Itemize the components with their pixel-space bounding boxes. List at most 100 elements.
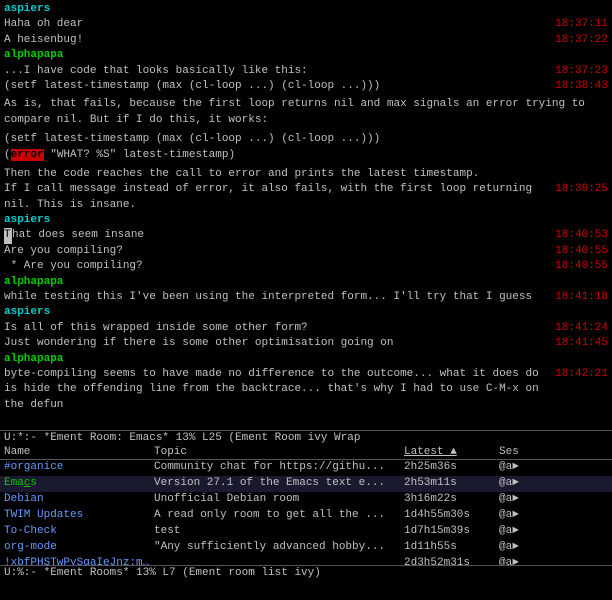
table-header: Name Topic Latest ▲ Ses: [0, 445, 612, 460]
author-alphapapa: alphapapa: [4, 353, 63, 365]
room-name[interactable]: TWIM Updates: [4, 508, 154, 524]
message-line: while testing this I've been using the i…: [4, 290, 608, 305]
table-row[interactable]: TWIM Updates A read only room to get all…: [0, 508, 612, 524]
message-time: 18:41:18: [555, 290, 608, 305]
error-keyword: error: [11, 149, 44, 161]
room-latest: 2h25m36s: [404, 460, 499, 476]
author-line: alphapapa: [4, 275, 608, 290]
message-text: As is, that fails, because the first loo…: [4, 98, 592, 125]
room-topic: Community chat for https://githu...: [154, 460, 404, 476]
status-text-bottom: U:%:- *Ement Rooms* 13% L7 (Ement room l…: [4, 567, 321, 579]
author-alphapapa: alphapapa: [4, 276, 63, 288]
room-topic: A read only room to get all the ...: [154, 508, 404, 524]
message-line: If I call message instead of error, it a…: [4, 182, 608, 213]
code-text: (setf latest-timestamp (max (cl-loop ...…: [4, 133, 380, 145]
message-line: A heisenbug! 18:37:22: [4, 33, 608, 48]
room-latest: 2h53m11s: [404, 476, 499, 492]
message-text: Is all of this wrapped inside some other…: [4, 321, 547, 336]
room-ses: @a►: [499, 508, 559, 524]
room-topic: [154, 556, 404, 565]
message-line: As is, that fails, because the first loo…: [4, 97, 608, 128]
message-time: 18:37:22: [555, 33, 608, 48]
message-time: 18:37:11: [555, 17, 608, 32]
table-area[interactable]: Name Topic Latest ▲ Ses #organice Commun…: [0, 445, 612, 565]
message-time: 18:40:55: [555, 244, 608, 259]
message-line: That does seem insane 18:40:53: [4, 228, 608, 243]
message-time: 18:39:25: [555, 182, 608, 197]
room-topic: Unofficial Debian room: [154, 492, 404, 508]
message-text: Then the code reaches the call to error …: [4, 168, 479, 180]
table-row[interactable]: To-Check test 1d7h15m39s @a►: [0, 524, 612, 540]
message-line: ...I have code that looks basically like…: [4, 64, 608, 79]
message-line: Is all of this wrapped inside some other…: [4, 321, 608, 336]
author-line: alphapapa: [4, 352, 608, 367]
message-time: 18:42:21: [555, 367, 608, 382]
table-row[interactable]: Debian Unofficial Debian room 3h16m22s @…: [0, 492, 612, 508]
room-name[interactable]: org-mode: [4, 540, 154, 556]
author-aspiers: aspiers: [4, 3, 50, 15]
status-bar-bottom: U:%:- *Ement Rooms* 13% L7 (Ement room l…: [0, 565, 612, 580]
room-topic: test: [154, 524, 404, 540]
message-line: Just wondering if there is some other op…: [4, 336, 608, 351]
room-topic: Version 27.1 of the Emacs text e...: [154, 476, 404, 492]
author-line: aspiers: [4, 305, 608, 320]
message-line: byte-compiling seems to have made no dif…: [4, 367, 608, 413]
message-text: A heisenbug!: [4, 33, 547, 48]
message-time: 18:41:45: [555, 336, 608, 351]
room-ses: @a►: [499, 540, 559, 556]
room-ses: @a►: [499, 476, 559, 492]
room-name[interactable]: Debian: [4, 492, 154, 508]
room-ses: @a►: [499, 460, 559, 476]
table-row[interactable]: org-mode "Any sufficiently advanced hobb…: [0, 540, 612, 556]
col-name: Name: [4, 446, 154, 458]
room-latest: 3h16m22s: [404, 492, 499, 508]
message-time: 18:40:55: [555, 259, 608, 274]
message-text: Haha oh dear: [4, 17, 547, 32]
room-ses: @a►: [499, 492, 559, 508]
message-text: byte-compiling seems to have made no dif…: [4, 367, 547, 413]
message-line: Then the code reaches the call to error …: [4, 167, 608, 182]
message-time: 18:41:24: [555, 321, 608, 336]
author-alphapapa: alphapapa: [4, 49, 63, 61]
author-line: alphapapa: [4, 48, 608, 63]
message-text: Just wondering if there is some other op…: [4, 336, 547, 351]
status-text-top: U:*:- *Ement Room: Emacs* 13% L25 (Ement…: [4, 432, 360, 444]
chat-area: aspiers Haha oh dear 18:37:11 A heisenbu…: [0, 0, 612, 430]
table-row[interactable]: !xbfPHSTwPySgaIeJnz:ma... 2d3h52m31s @a►: [0, 556, 612, 565]
room-latest: 1d11h55s: [404, 540, 499, 556]
message-line: (setf latest-timestamp (max (cl-loop ...…: [4, 79, 608, 94]
message-time: 18:37:23: [555, 64, 608, 79]
message-time: 18:38:43: [555, 79, 608, 94]
room-latest: 2d3h52m31s: [404, 556, 499, 565]
message-text: ...I have code that looks basically like…: [4, 64, 547, 79]
col-extra: [559, 446, 609, 458]
room-topic: "Any sufficiently advanced hobby...: [154, 540, 404, 556]
author-line: aspiers: [4, 2, 608, 17]
message-line: (error "WHAT? %S" latest-timestamp): [4, 148, 608, 163]
message-line: (setf latest-timestamp (max (cl-loop ...…: [4, 132, 608, 147]
message-line: Are you compiling? 18:40:55: [4, 244, 608, 259]
room-ses: @a►: [499, 524, 559, 540]
message-text: That does seem insane: [4, 228, 547, 243]
message-text: Are you compiling?: [4, 244, 547, 259]
table-row[interactable]: Emacs Version 27.1 of the Emacs text e..…: [0, 476, 612, 492]
room-ses: @a►: [499, 556, 559, 565]
author-line: aspiers: [4, 213, 608, 228]
message-line: * Are you compiling? 18:40:55: [4, 259, 608, 274]
room-name[interactable]: #organice: [4, 460, 154, 476]
col-topic: Topic: [154, 446, 404, 458]
room-latest: 1d4h55m30s: [404, 508, 499, 524]
cursor: T: [4, 228, 12, 243]
message-text: If I call message instead of error, it a…: [4, 182, 547, 213]
author-aspiers: aspiers: [4, 214, 50, 226]
table-row[interactable]: #organice Community chat for https://git…: [0, 460, 612, 476]
message-time: 18:40:53: [555, 228, 608, 243]
room-name[interactable]: To-Check: [4, 524, 154, 540]
code-text-error: (error "WHAT? %S" latest-timestamp): [4, 149, 235, 161]
message-text: (setf latest-timestamp (max (cl-loop ...…: [4, 79, 547, 94]
room-name[interactable]: Emacs: [4, 476, 154, 492]
author-aspiers: aspiers: [4, 306, 50, 318]
col-ses: Ses: [499, 446, 559, 458]
status-bar-top: U:*:- *Ement Room: Emacs* 13% L25 (Ement…: [0, 430, 612, 445]
room-name[interactable]: !xbfPHSTwPySgaIeJnz:ma...: [4, 556, 154, 565]
